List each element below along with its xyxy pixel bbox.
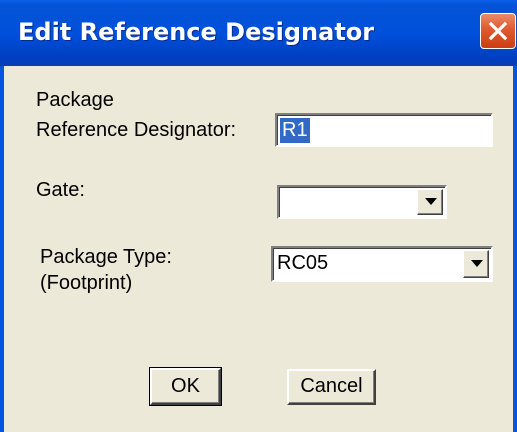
reference-designator-value: R1: [280, 118, 310, 143]
window-frame-right: [513, 66, 517, 432]
package-type-label-line1: Package Type:: [40, 246, 172, 268]
package-type-select[interactable]: RC05: [271, 246, 493, 282]
window-title: Edit Reference Designator: [18, 18, 375, 46]
package-type-selected-value: RC05: [277, 252, 329, 274]
dialog-body: Package Reference Designator: R1 Gate: P…: [4, 66, 513, 432]
title-bar[interactable]: Edit Reference Designator: [0, 0, 517, 66]
package-type-dropdown-button[interactable]: [463, 250, 489, 278]
edit-reference-designator-dialog: Edit Reference Designator Package Refere…: [0, 0, 517, 432]
chevron-down-icon: [425, 198, 437, 205]
ok-button[interactable]: OK: [149, 367, 222, 406]
close-icon: [488, 21, 508, 41]
cancel-button-label: Cancel: [300, 375, 363, 397]
gate-select[interactable]: [277, 185, 447, 219]
close-button[interactable]: [480, 13, 516, 49]
reference-designator-input[interactable]: R1: [275, 113, 493, 147]
ok-button-label: OK: [171, 374, 200, 397]
cancel-button[interactable]: Cancel: [287, 369, 376, 405]
gate-dropdown-button[interactable]: [417, 189, 443, 215]
package-type-label-line2: (Footprint): [40, 272, 133, 294]
reference-designator-label-line1: Package: [36, 89, 114, 111]
chevron-down-icon: [471, 260, 483, 267]
gate-label: Gate:: [36, 179, 85, 201]
reference-designator-label-line2: Reference Designator:: [36, 119, 237, 141]
